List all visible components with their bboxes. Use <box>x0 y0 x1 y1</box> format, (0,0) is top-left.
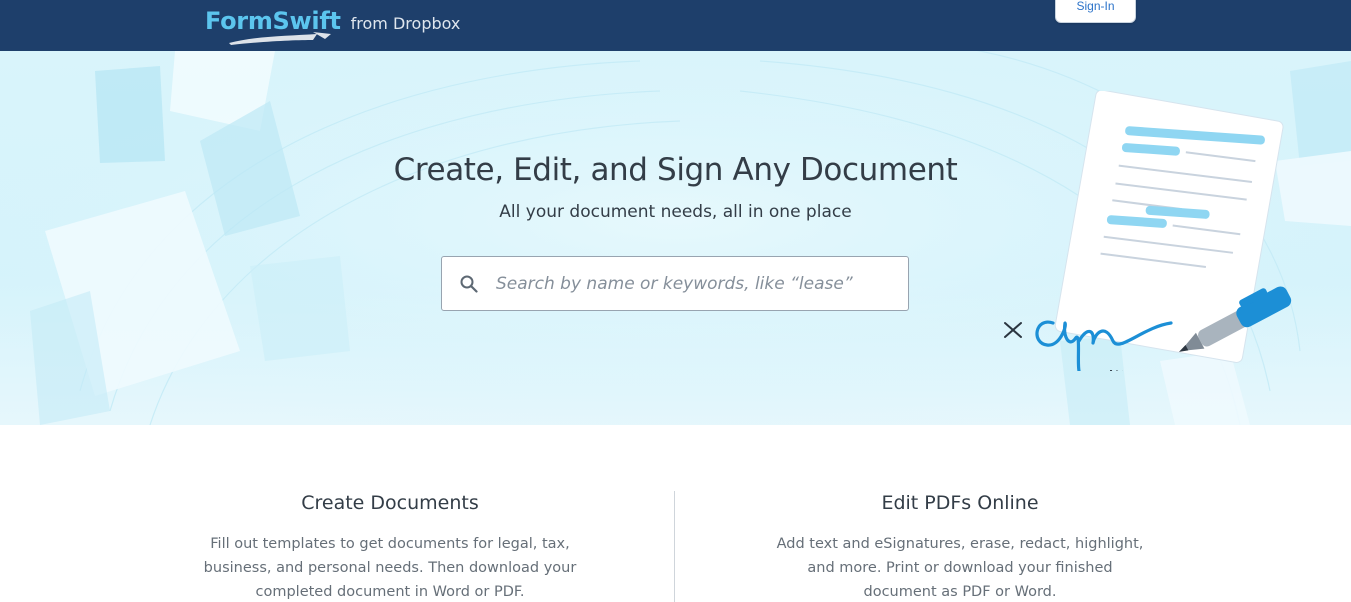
feature-divider <box>674 491 675 602</box>
signature-illustration-icon <box>1004 91 1292 371</box>
sign-in-button[interactable]: Sign-In <box>1055 0 1136 23</box>
formswift-logo[interactable]: FormSwift from Dropbox <box>205 6 461 45</box>
feature-create-documents: Create Documents Fill out templates to g… <box>200 492 580 602</box>
feature-title: Edit PDFs Online <box>881 492 1039 514</box>
logo-from-dropbox: from Dropbox <box>350 14 461 33</box>
search-input[interactable] <box>496 273 896 294</box>
top-navbar: FormSwift from Dropbox Sign-In <box>0 0 1351 51</box>
feature-body: Add text and eSignatures, erase, redact,… <box>776 536 1144 600</box>
hero-section: Create, Edit, and Sign Any Document All … <box>0 51 1351 425</box>
document-search-box[interactable] <box>441 256 909 311</box>
feature-body: Fill out templates to get documents for … <box>203 536 577 600</box>
feature-edit-pdfs-online: Edit PDFs Online Add text and eSignature… <box>770 492 1150 602</box>
feature-title: Create Documents <box>301 492 479 514</box>
logo-swoosh-icon <box>229 32 331 45</box>
search-icon[interactable] <box>442 275 496 293</box>
